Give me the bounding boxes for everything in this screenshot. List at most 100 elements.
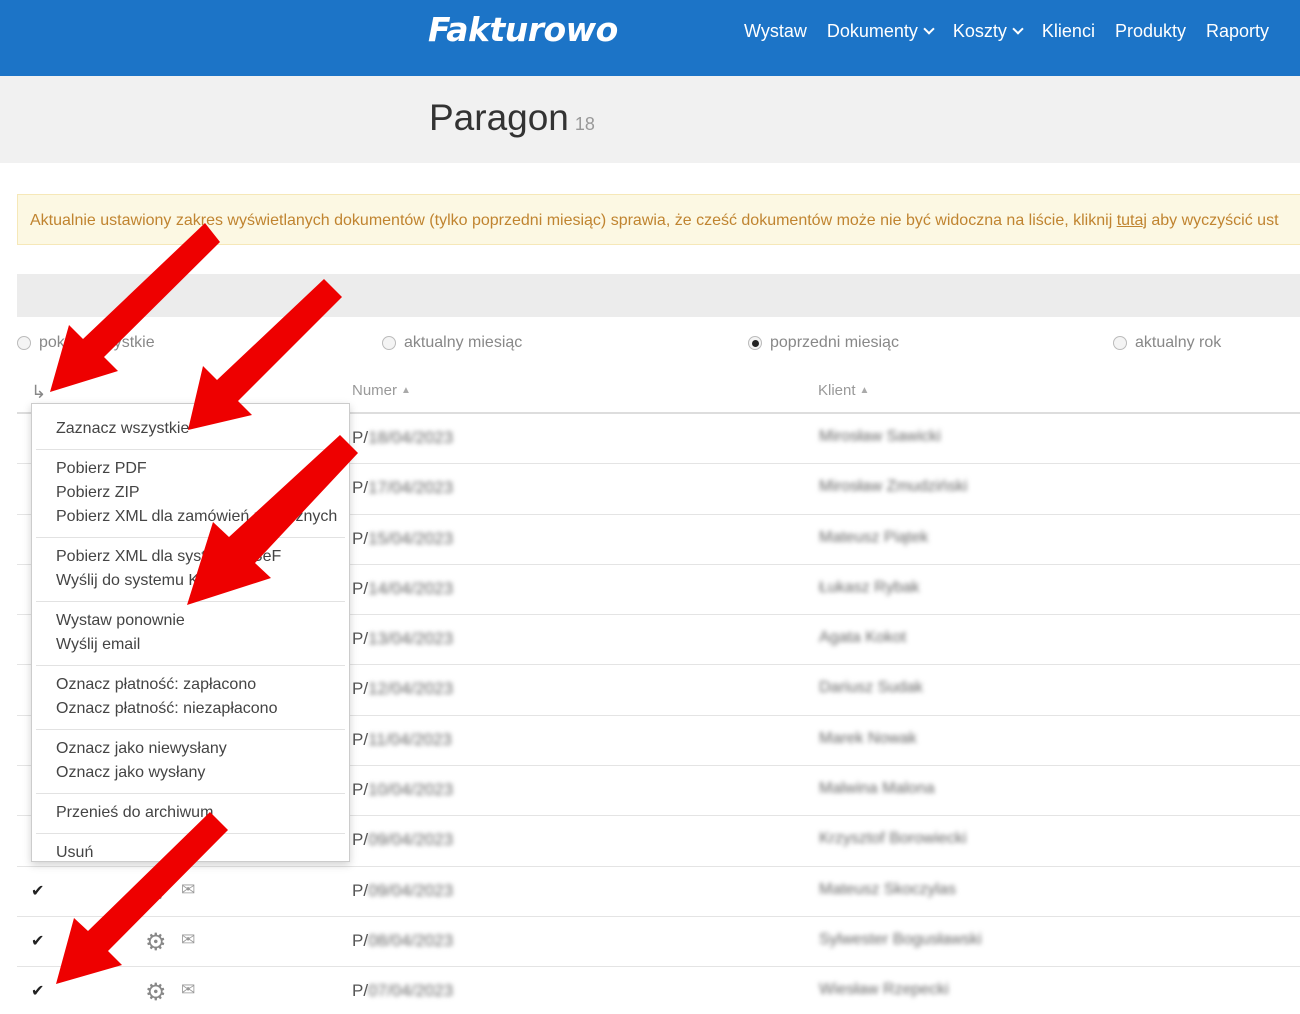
nav-item-dokumenty[interactable]: Dokumenty [826, 21, 935, 42]
row-checkbox-icon[interactable]: ✔ [31, 931, 44, 951]
document-count: 18 [574, 114, 595, 134]
document-number[interactable]: P/10/04/2023 [352, 780, 453, 800]
document-number[interactable]: P/14/04/2023 [352, 579, 453, 599]
sort-icon: ▲︎ [401, 385, 411, 396]
document-number[interactable]: P/09/04/2023 [352, 881, 453, 901]
dropdown-menu-item[interactable]: Przenieś do archiwum [56, 801, 345, 825]
dropdown-menu-item[interactable]: Pobierz ZIP [56, 481, 345, 505]
dropdown-group: Oznacz jako niewysłany Oznacz jako wysłan… [36, 730, 345, 794]
column-number-label: Numer [352, 382, 398, 399]
radio-button[interactable] [382, 336, 396, 350]
logo[interactable]: Fakturowo [428, 10, 618, 49]
filter-radio-0[interactable]: pokaż wszystkie [17, 334, 155, 352]
client-name: Mirosław Zmudziński [819, 478, 968, 496]
envelope-icon[interactable]: ✉ [181, 930, 195, 950]
filter-radio-3[interactable]: aktualny rok [1113, 334, 1221, 352]
dropdown-menu-item[interactable]: Pobierz XML dla zamówień publicznych [56, 505, 345, 529]
table-row: ✔ ⚙ ✉ P/08/04/2023 Sylwester Bogusławski [17, 917, 1300, 968]
dropdown-group: Pobierz XML dla systemu KSeF Wyślij do sy… [36, 538, 345, 602]
gear-icon[interactable]: ⚙ [145, 978, 167, 1007]
envelope-icon[interactable]: ✉ [181, 880, 195, 900]
dropdown-menu-item[interactable]: Wyślij email [56, 633, 345, 657]
document-number[interactable]: P/08/04/2023 [352, 931, 453, 951]
nav-label: Koszty [952, 21, 1007, 41]
client-name: Mateusz Skoczylas [819, 880, 956, 898]
dropdown-menu-item[interactable]: Zaznacz wszystkie [56, 417, 345, 441]
nav-label: Dokumenty [826, 21, 918, 41]
clear-filter-link[interactable]: tutaj [1117, 212, 1147, 229]
gear-icon[interactable]: ⚙ [145, 878, 167, 907]
row-checkbox-icon[interactable]: ✔ [31, 981, 44, 1001]
number-value: 15/04/2023 [368, 528, 454, 548]
document-number[interactable]: P/15/04/2023 [352, 529, 453, 549]
chevron-down-icon [923, 23, 935, 35]
dropdown-menu-item[interactable]: Oznacz płatność: zapłacono [56, 673, 345, 697]
document-number[interactable]: P/13/04/2023 [352, 629, 453, 649]
radio-button[interactable] [748, 336, 762, 350]
dropdown-group: Zaznacz wszystkie [36, 410, 345, 450]
dropdown-menu-item[interactable]: Oznacz jako wysłany [56, 761, 345, 785]
radio-button[interactable] [1113, 336, 1127, 350]
number-value: 11/04/2023 [368, 729, 452, 749]
main-nav: Wystaw Dokumenty Koszty Klienci Produkty Rapo… [744, 21, 1269, 42]
nav-item-wystaw[interactable]: Wystaw [744, 21, 807, 42]
document-number[interactable]: P/07/04/2023 [352, 981, 453, 1001]
filter-radio-1[interactable]: aktualny miesiąc [382, 334, 522, 352]
client-name: Agata Kokot [819, 629, 907, 647]
dropdown-menu-item[interactable]: Usuń [56, 841, 345, 865]
number-value: 12/04/2023 [368, 679, 454, 699]
nav-label: Produkty [1114, 21, 1186, 41]
client-name: Dariusz Sudak [819, 679, 924, 697]
dropdown-menu-item[interactable]: Oznacz jako niewysłany [56, 737, 345, 761]
number-value: 10/04/2023 [368, 780, 454, 800]
number-prefix: P/ [352, 428, 369, 447]
number-prefix: P/ [352, 528, 369, 548]
nav-label: Klienci [1041, 21, 1095, 41]
nav-label: Raporty [1206, 21, 1270, 41]
number-prefix: P/ [352, 981, 369, 1001]
dropdown-menu-item[interactable]: Pobierz PDF [56, 457, 345, 481]
radio-label: aktualny rok [1135, 334, 1222, 351]
document-number[interactable]: P/18/04/2023 [352, 428, 453, 448]
envelope-icon[interactable]: ✉ [181, 980, 195, 1000]
client-name: Krzysztof Borowiecki [819, 830, 967, 848]
nav-item-raporty[interactable]: Raporty [1206, 21, 1269, 42]
number-prefix: P/ [352, 629, 369, 649]
nav-item-koszty[interactable]: Koszty [952, 21, 1024, 42]
nav-item-produkty[interactable]: Produkty [1115, 21, 1186, 42]
dropdown-menu-item[interactable]: Wystaw ponownie [56, 609, 345, 633]
number-value: 09/04/2023 [368, 880, 454, 900]
number-value: 14/04/2023 [368, 578, 454, 598]
page-header: Paragon 18 [0, 76, 1300, 163]
client-name: Mirosław Sawicki [819, 428, 941, 445]
number-prefix: P/ [352, 830, 369, 850]
document-number[interactable]: P/09/04/2023 [352, 830, 453, 850]
column-header-number[interactable]: Numer ▲︎ [352, 382, 411, 399]
radio-label: poprzedni miesiąc [770, 334, 899, 351]
sort-icon: ▲︎ [859, 385, 870, 396]
radio-label: aktualny miesiąc [404, 334, 523, 351]
row-checkbox-icon[interactable]: ✔ [31, 881, 44, 901]
dropdown-menu-item[interactable]: Pobierz XML dla systemu KSeF [56, 545, 345, 569]
number-value: 09/04/2023 [368, 830, 454, 850]
number-prefix: P/ [352, 578, 369, 598]
column-header-client[interactable]: Klient ▲︎ [818, 382, 869, 399]
chevron-down-icon [1012, 23, 1024, 35]
number-prefix: P/ [352, 930, 369, 950]
filter-radio-2[interactable]: poprzedni miesiąc [748, 334, 899, 352]
number-prefix: P/ [352, 478, 369, 498]
alert-text-before: Aktualnie ustawiony zakres wyświetlanych… [30, 212, 1117, 229]
dropdown-menu-item[interactable]: Wyślij do systemu KSeF [56, 569, 345, 593]
radio-button[interactable] [17, 336, 31, 350]
document-number[interactable]: P/12/04/2023 [352, 679, 453, 699]
nav-item-klienci[interactable]: Klienci [1042, 21, 1095, 42]
top-navbar: Fakturowo Wystaw Dokumenty Koszty Klienci Pr… [0, 0, 1300, 76]
gear-icon[interactable]: ⚙ [145, 928, 167, 957]
number-prefix: P/ [352, 729, 369, 749]
dropdown-menu-item[interactable]: Oznacz płatność: niezapłacono [56, 697, 345, 721]
document-number[interactable]: P/11/04/2023 [352, 730, 452, 750]
document-number[interactable]: P/17/04/2023 [352, 478, 453, 498]
alert-text-after: aby wyczyścić ust [1146, 212, 1279, 229]
select-menu-toggle-icon[interactable]: ↳ [31, 382, 46, 403]
number-value: 18/04/2023 [368, 428, 454, 447]
